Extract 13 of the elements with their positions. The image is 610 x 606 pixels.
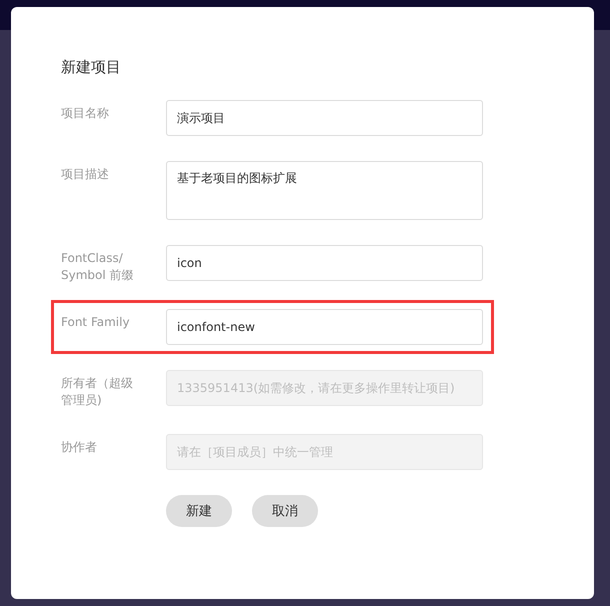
input-field[interactable]: 演示项目	[166, 100, 483, 136]
field-label: 所有者（超级管理员)	[61, 375, 134, 409]
input-field[interactable]: iconfont-new	[166, 309, 483, 345]
field-label: FontClass/ Symbol 前缀	[61, 250, 135, 284]
field-label: 项目名称	[61, 105, 110, 122]
cancel-button[interactable]: 取消	[252, 495, 318, 527]
field-label: Font Family	[61, 314, 131, 331]
description-field[interactable]: 基于老项目的图标扩展	[166, 161, 483, 220]
dialog-title: 新建项目	[61, 57, 122, 77]
field-label: 协作者	[61, 439, 98, 456]
input-field[interactable]: icon	[166, 245, 483, 281]
field-label: 项目描述	[61, 166, 110, 183]
create-button[interactable]: 新建	[166, 495, 232, 527]
